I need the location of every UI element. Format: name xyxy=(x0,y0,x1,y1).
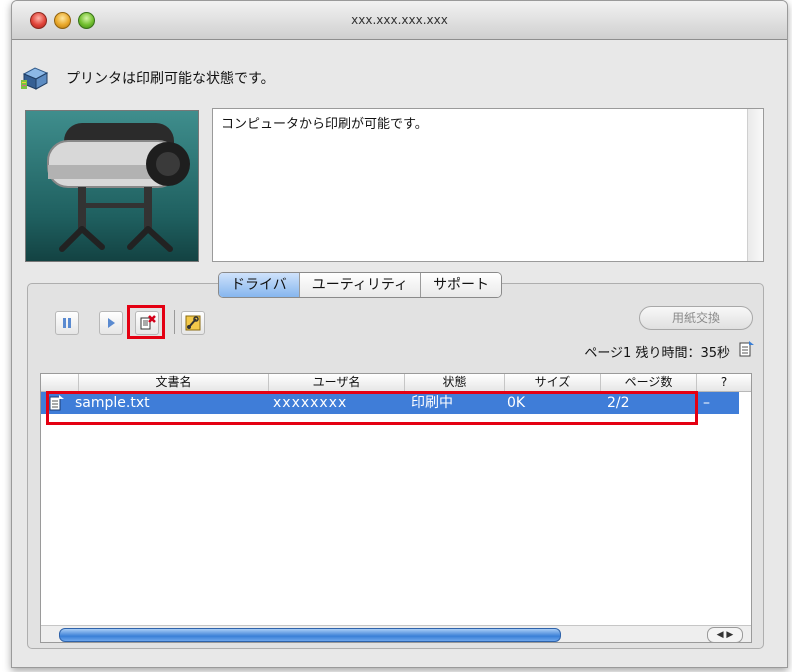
resume-job-button[interactable] xyxy=(99,311,123,335)
tab-bar: ドライバ ユーティリティ サポート xyxy=(218,272,503,298)
queue-header: 文書名 ユーザ名 状態 サイズ ページ数 ? xyxy=(41,374,751,392)
status-message: コンピュータから印刷が可能です。 xyxy=(221,117,428,132)
column-extra[interactable]: ? xyxy=(697,374,751,391)
tool-icon xyxy=(185,315,201,331)
status-text: プリンタは印刷可能な状態です。 xyxy=(66,71,275,87)
column-document[interactable]: 文書名 xyxy=(79,374,269,391)
job-row-highlight xyxy=(46,391,698,425)
column-user[interactable]: ユーザ名 xyxy=(269,374,405,391)
scroll-arrows[interactable]: ◀ ▶ xyxy=(707,627,743,642)
tab-utility[interactable]: ユーティリティ xyxy=(299,273,422,297)
toolbar-separator xyxy=(174,310,175,334)
tab-support[interactable]: サポート xyxy=(421,273,502,297)
page-remaining-time: ページ1 残り時間：35秒 xyxy=(584,346,730,361)
delete-button-highlight xyxy=(127,305,165,339)
pause-job-button[interactable] xyxy=(55,311,79,335)
paper-change-button[interactable]: 用紙交換 xyxy=(639,306,753,330)
queue-horizontal-scrollbar[interactable]: ◀ ▶ xyxy=(41,625,751,642)
column-icon[interactable] xyxy=(41,374,79,391)
pause-icon xyxy=(63,318,71,328)
scrollbar-thumb[interactable] xyxy=(59,628,561,642)
message-scrollbar[interactable] xyxy=(747,109,763,261)
window-title: xxx.xxx.xxx.xxx xyxy=(351,13,448,27)
tab-driver[interactable]: ドライバ xyxy=(219,273,300,297)
column-pages[interactable]: ページ数 xyxy=(601,374,697,391)
printer-image xyxy=(25,110,199,262)
job-extra: – xyxy=(703,395,710,411)
column-size[interactable]: サイズ xyxy=(505,374,601,391)
status-message-box: コンピュータから印刷が可能です。 xyxy=(212,108,764,262)
title-bar[interactable]: xxx.xxx.xxx.xxx xyxy=(12,1,787,40)
document-icon xyxy=(739,341,754,357)
column-status[interactable]: 状態 xyxy=(405,374,505,391)
utility-button[interactable] xyxy=(181,311,205,335)
play-icon xyxy=(108,318,115,328)
printer-status-icon xyxy=(21,67,49,90)
